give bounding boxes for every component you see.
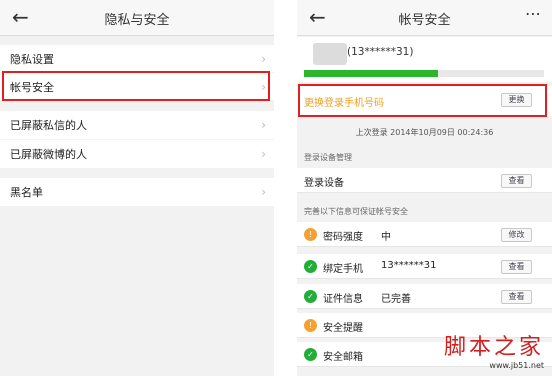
- watermark-url: www.jb51.net: [489, 361, 544, 370]
- menu-item-blocked-weibo[interactable]: 已屏蔽微博的人 ›: [0, 140, 274, 168]
- security-progress-fill: [304, 70, 439, 77]
- security-row-id[interactable]: ✓ 证件信息 已完善 查看: [297, 284, 552, 309]
- row-label: 安全邮箱: [323, 352, 363, 363]
- modify-password-button[interactable]: 修改: [501, 228, 532, 242]
- account-number: (13******31): [347, 46, 414, 58]
- top-bar: ← 隐私与安全: [0, 0, 274, 36]
- view-id-button[interactable]: 查看: [501, 290, 532, 304]
- row-value: 中: [381, 232, 391, 243]
- row-label: 安全提醒: [323, 323, 363, 334]
- more-icon[interactable]: ⋯: [525, 4, 542, 23]
- privacy-security-screen: ← 隐私与安全 隐私设置 › 帐号安全 › 已屏蔽私信的人 › 已屏蔽微博的人 …: [0, 0, 274, 376]
- avatar: [313, 43, 347, 65]
- row-label: 密码强度: [323, 232, 363, 243]
- account-summary: (13******31): [297, 37, 552, 82]
- login-devices-row[interactable]: 登录设备 查看: [297, 168, 552, 193]
- login-devices-label: 登录设备: [304, 178, 344, 189]
- warning-icon: !: [304, 228, 317, 241]
- security-row-password[interactable]: ! 密码强度 中 修改: [297, 222, 552, 247]
- chevron-right-icon: ›: [261, 185, 266, 199]
- last-login-text: 上次登录 2014年10月09日 00:24:36: [355, 128, 494, 137]
- chevron-right-icon: ›: [261, 51, 266, 66]
- security-row-phone[interactable]: ✓ 绑定手机 13******31 查看: [297, 254, 552, 279]
- menu-item-label: 隐私设置: [10, 52, 54, 66]
- site-watermark: 脚本之家 www.jb51.net: [444, 329, 544, 370]
- check-icon: ✓: [304, 260, 317, 273]
- menu-item-privacy-settings[interactable]: 隐私设置 ›: [0, 45, 274, 72]
- menu-item-blocked-messages[interactable]: 已屏蔽私信的人 ›: [0, 111, 274, 139]
- menu-item-blacklist[interactable]: 黑名单 ›: [0, 178, 274, 206]
- check-icon: ✓: [304, 348, 317, 361]
- top-bar: ← 帐号安全 ⋯: [297, 0, 552, 36]
- section-header-complete-info: 完善以下信息可保证帐号安全: [304, 207, 408, 216]
- warning-icon: !: [304, 319, 317, 332]
- account-security-screen: ← 帐号安全 ⋯ (13******31) 更换登录手机号码 更换 上次登录 2…: [297, 0, 552, 376]
- row-value: 13******31: [381, 260, 437, 271]
- highlight-box: [2, 71, 270, 101]
- security-progress-bar: [304, 70, 544, 77]
- chevron-right-icon: ›: [261, 147, 266, 161]
- watermark-text: 脚本之家: [443, 335, 544, 360]
- view-phone-button[interactable]: 查看: [501, 260, 532, 274]
- menu-item-label: 已屏蔽微博的人: [10, 148, 87, 161]
- view-devices-button[interactable]: 查看: [501, 174, 532, 188]
- row-value: 已完善: [381, 294, 411, 305]
- highlight-box: [298, 84, 547, 117]
- chevron-right-icon: ›: [261, 118, 266, 132]
- check-icon: ✓: [304, 290, 317, 303]
- menu-item-label: 黑名单: [10, 186, 43, 199]
- menu-item-label: 已屏蔽私信的人: [10, 119, 87, 132]
- section-header-login-devices: 登录设备管理: [304, 153, 352, 162]
- page-title: 帐号安全: [398, 13, 451, 28]
- row-label: 绑定手机: [323, 264, 363, 275]
- page-title: 隐私与安全: [104, 13, 170, 28]
- row-label: 证件信息: [323, 294, 363, 305]
